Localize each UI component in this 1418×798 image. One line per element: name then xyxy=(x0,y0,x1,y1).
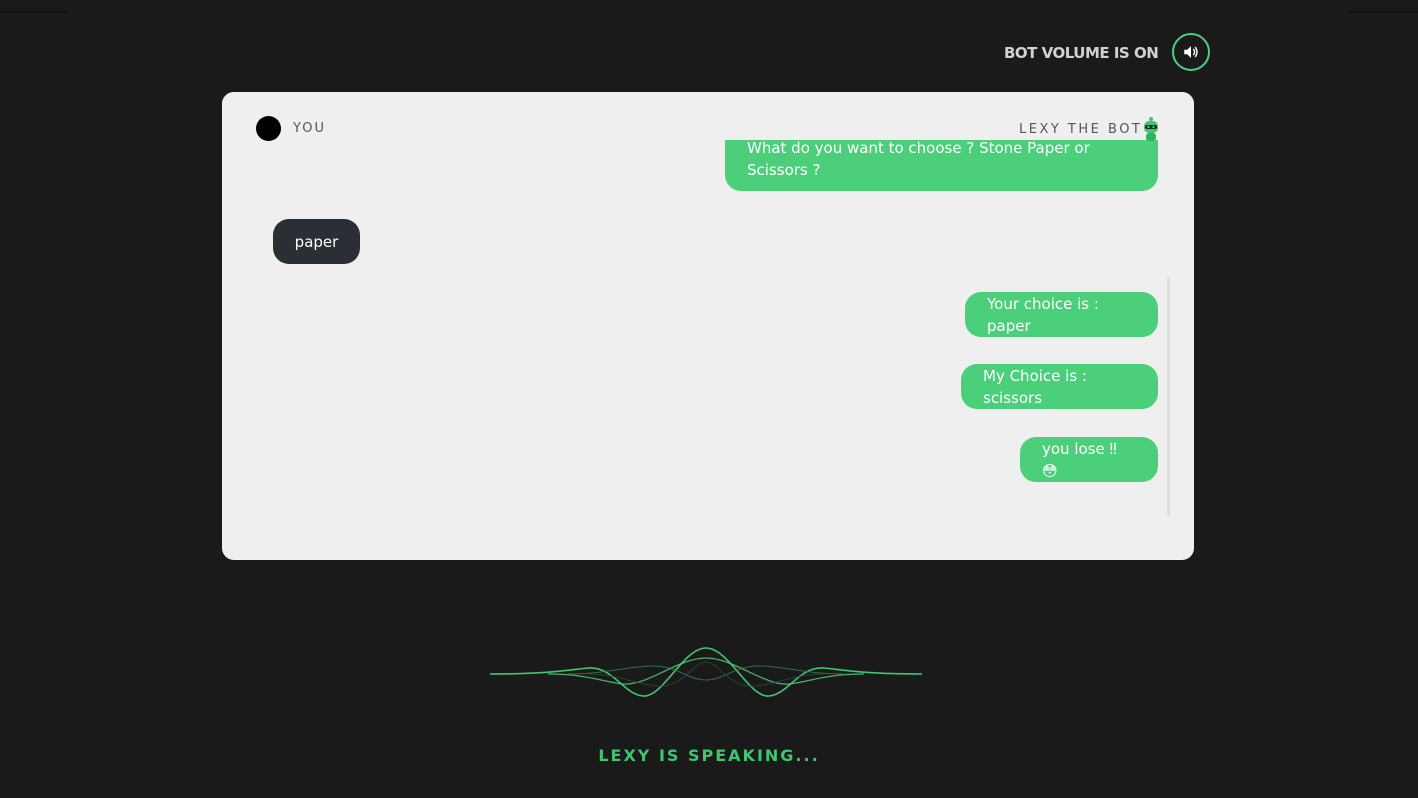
chat-window[interactable]: YOU LEXY THE BOT What do you want to cho… xyxy=(222,92,1194,560)
voice-waveform-icon xyxy=(489,647,923,697)
top-edge-line-right xyxy=(1348,10,1418,13)
volume-status-label: BOT VOLUME IS ON xyxy=(1004,44,1159,62)
volume-toggle-button[interactable] xyxy=(1172,33,1210,71)
robot-icon xyxy=(1144,117,1158,141)
speaking-status: LEXY IS SPEAKING... xyxy=(598,746,820,765)
user-message: paper xyxy=(273,219,360,264)
user-label: YOU xyxy=(293,121,326,136)
bot-message: Your choice is : paper xyxy=(965,292,1158,337)
speaker-volume-icon xyxy=(1184,46,1198,58)
chat-scrollbar[interactable] xyxy=(1167,277,1170,517)
bot-message: What do you want to choose ? Stone Paper… xyxy=(725,132,1158,191)
bot-message: My Choice is : scissors xyxy=(961,364,1158,409)
top-edge-line-left xyxy=(0,10,68,13)
bot-message: you lose ‼ 😳 xyxy=(1020,437,1158,482)
user-avatar xyxy=(256,116,281,141)
bot-label: LEXY THE BOT xyxy=(1019,122,1143,137)
